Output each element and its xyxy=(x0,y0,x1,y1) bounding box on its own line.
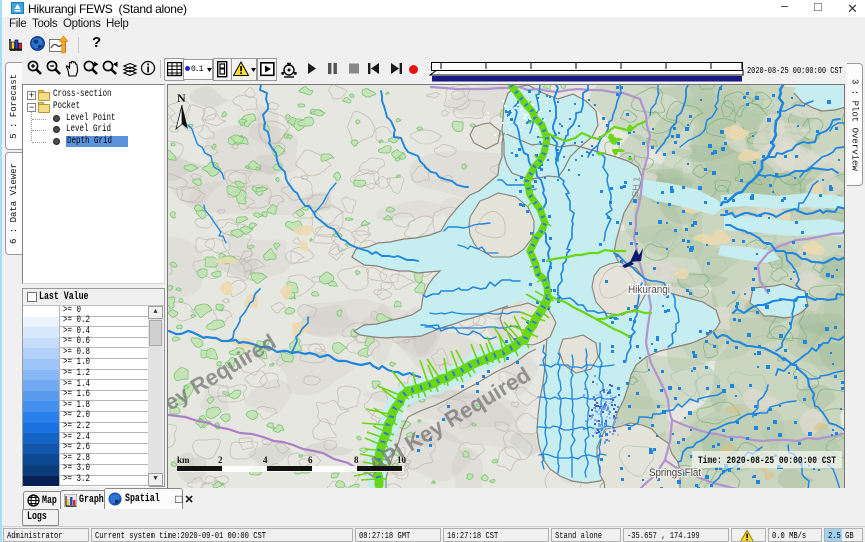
svg-text:Time: 2020-08-25 00:00:00 CST: Time: 2020-08-25 00:00:00 CST xyxy=(698,455,836,467)
svg-text:2: 2 xyxy=(218,455,223,465)
svg-text:4: 4 xyxy=(263,455,268,465)
svg-text:Hikurangi: Hikurangi xyxy=(628,284,670,296)
svg-text:Springs Flat: Springs Flat xyxy=(649,467,701,479)
svg-text:km: km xyxy=(177,455,190,465)
svg-text:SH 1: SH 1 xyxy=(630,176,642,197)
svg-text:N: N xyxy=(177,91,186,105)
svg-text:6: 6 xyxy=(308,455,313,465)
svg-text:8: 8 xyxy=(354,455,359,465)
svg-text:10: 10 xyxy=(397,455,407,465)
